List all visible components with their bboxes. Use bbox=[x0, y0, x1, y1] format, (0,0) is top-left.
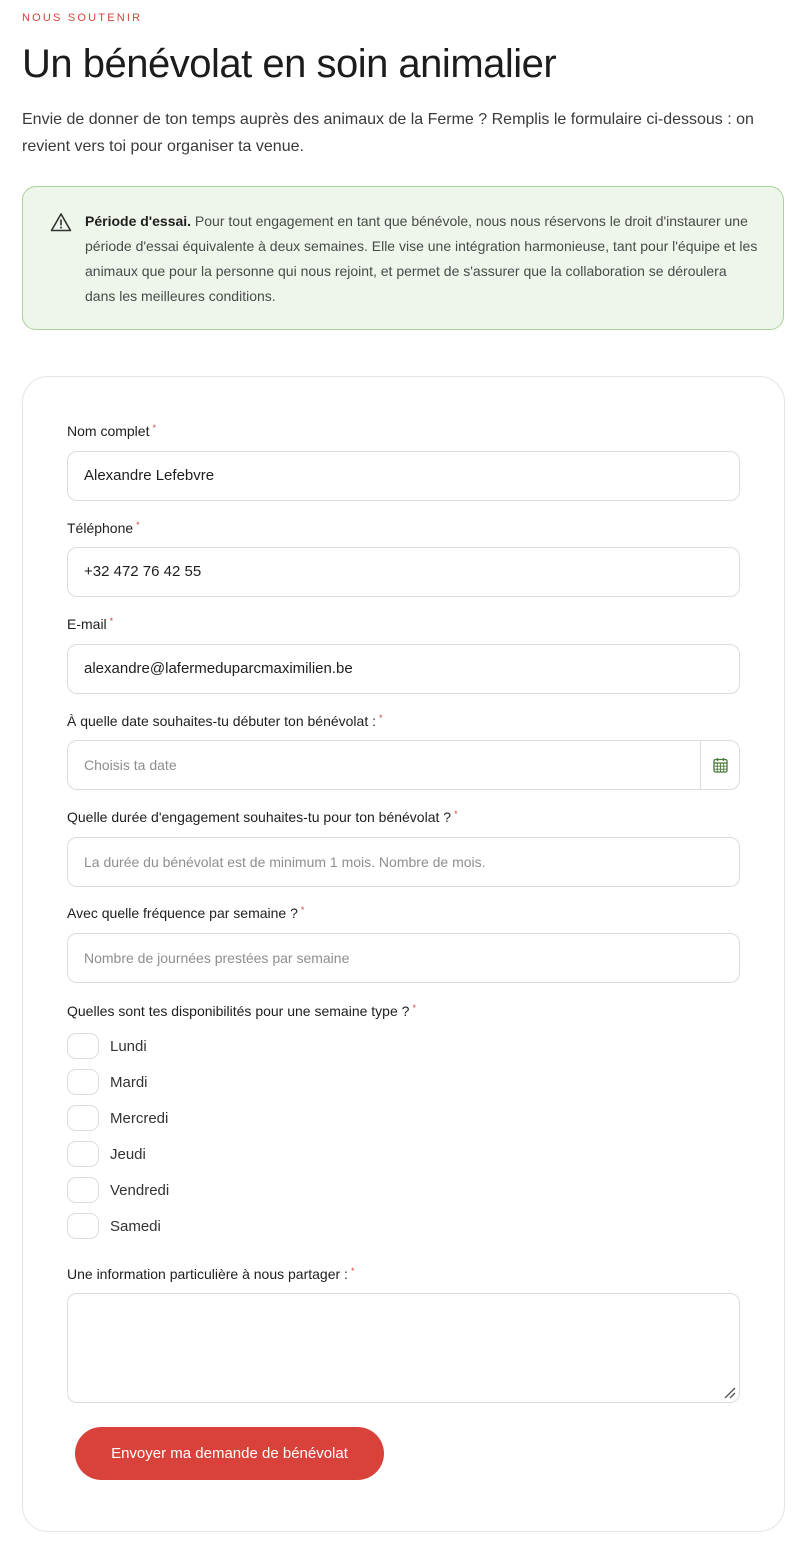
duration-label: Quelle durée d'engagement souhaites-tu p… bbox=[67, 809, 458, 825]
email-label: E-mail * bbox=[67, 616, 113, 632]
day-label: Mardi bbox=[110, 1073, 148, 1091]
start-date-placeholder: Choisis ta date bbox=[84, 757, 177, 773]
day-checkbox-vendredi[interactable]: Vendredi bbox=[67, 1177, 169, 1203]
day-checkbox-mardi[interactable]: Mardi bbox=[67, 1069, 148, 1095]
warning-triangle-icon bbox=[50, 213, 72, 232]
intro-text: Envie de donner de ton temps auprès des … bbox=[22, 111, 754, 155]
phone-label: Téléphone * bbox=[67, 520, 140, 536]
checkbox[interactable] bbox=[67, 1177, 99, 1203]
email-input[interactable]: alexandre@lafermeduparcmaximilien.be bbox=[67, 644, 740, 694]
resize-handle-icon[interactable] bbox=[723, 1386, 737, 1400]
required-marker: * bbox=[300, 905, 305, 915]
checkbox[interactable] bbox=[67, 1141, 99, 1167]
checkbox[interactable] bbox=[67, 1033, 99, 1059]
day-label: Jeudi bbox=[110, 1145, 146, 1163]
email-label-text: E-mail bbox=[67, 616, 107, 632]
start-date-label: À quelle date souhaites-tu débuter ton b… bbox=[67, 713, 383, 729]
day-label: Vendredi bbox=[110, 1181, 170, 1199]
day-checkbox-mercredi[interactable]: Mercredi bbox=[67, 1105, 168, 1131]
submit-button[interactable]: Envoyer ma demande de bénévolat bbox=[75, 1427, 384, 1480]
required-marker: * bbox=[454, 809, 458, 819]
day-checkbox-jeudi[interactable]: Jeudi bbox=[67, 1141, 146, 1167]
name-label: Nom complet * bbox=[67, 423, 156, 439]
info-textarea[interactable] bbox=[67, 1293, 740, 1403]
eyebrow: NOUS SOUTENIR bbox=[22, 12, 143, 24]
page-title: Un bénévolat en soin animalier bbox=[22, 42, 557, 86]
availability-label-text: Quelles sont tes disponibilités pour une… bbox=[67, 1003, 410, 1019]
checkbox[interactable] bbox=[67, 1105, 99, 1131]
frequency-label-text: Avec quelle fréquence par semaine ? bbox=[67, 905, 298, 921]
day-checkbox-lundi[interactable]: Lundi bbox=[67, 1033, 147, 1059]
phone-label-text: Téléphone bbox=[67, 520, 134, 536]
start-date-input[interactable]: Choisis ta date bbox=[67, 740, 740, 790]
trial-period-notice: Période d'essai. Pour tout engagement en… bbox=[22, 186, 784, 330]
calendar-icon bbox=[712, 758, 728, 773]
start-date-label-text: À quelle date souhaites-tu débuter ton b… bbox=[67, 713, 376, 729]
duration-input[interactable]: La durée du bénévolat est de minimum 1 m… bbox=[67, 837, 740, 887]
info-label-text: Une information particulière à nous part… bbox=[67, 1266, 348, 1282]
required-marker: * bbox=[379, 713, 383, 723]
notice-title: Période d'essai. bbox=[85, 213, 192, 229]
phone-input[interactable]: +32 472 76 42 55 bbox=[67, 547, 740, 597]
required-marker: * bbox=[152, 423, 156, 433]
notice-text: Période d'essai. Pour tout engagement en… bbox=[85, 209, 760, 309]
checkbox[interactable] bbox=[67, 1069, 99, 1095]
day-label: Mercredi bbox=[110, 1109, 169, 1127]
required-marker: * bbox=[412, 1003, 416, 1013]
frequency-label: Avec quelle fréquence par semaine ? * bbox=[67, 905, 304, 921]
duration-label-text: Quelle durée d'engagement souhaites-tu p… bbox=[67, 809, 452, 825]
availability-label: Quelles sont tes disponibilités pour une… bbox=[67, 1003, 416, 1019]
frequency-input[interactable]: Nombre de journées prestées par semaine bbox=[67, 933, 740, 983]
required-marker: * bbox=[136, 520, 140, 530]
checkbox[interactable] bbox=[67, 1213, 99, 1239]
day-checkbox-samedi[interactable]: Samedi bbox=[67, 1213, 161, 1239]
day-label: Lundi bbox=[110, 1037, 147, 1055]
required-marker: * bbox=[109, 616, 114, 626]
day-label: Samedi bbox=[110, 1217, 161, 1235]
calendar-button[interactable] bbox=[700, 741, 739, 789]
info-label: Une information particulière à nous part… bbox=[67, 1266, 354, 1282]
required-marker: * bbox=[350, 1266, 355, 1276]
name-label-text: Nom complet bbox=[67, 423, 150, 439]
name-input[interactable]: Alexandre Lefebvre bbox=[67, 451, 740, 501]
